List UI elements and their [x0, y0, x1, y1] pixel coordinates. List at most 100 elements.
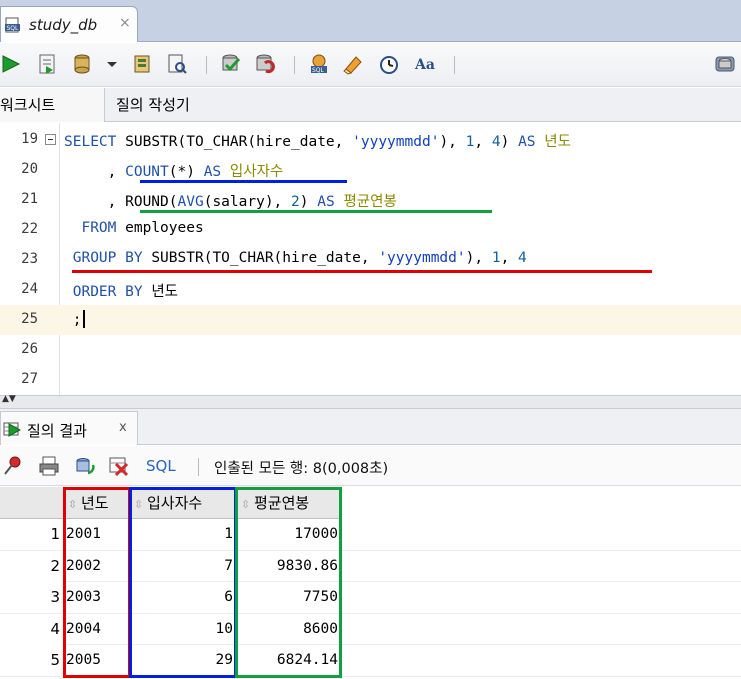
cell-year[interactable]: 2002 [66, 551, 128, 582]
cell-year[interactable]: 2003 [66, 582, 128, 613]
sort-icon[interactable]: ⇳ [134, 489, 144, 521]
code-text: , ROUND(AVG(salary), 2) AS 평균연봉 [64, 194, 397, 210]
col-hire-date: hire_date [256, 134, 335, 150]
cell-avg-salary[interactable]: 17000 [237, 519, 340, 550]
line-number: 24 [21, 281, 38, 297]
cell-avg-salary[interactable]: 7750 [237, 582, 340, 613]
code-line[interactable]: 22 FROM employees [0, 215, 741, 245]
cell-year[interactable]: 2004 [66, 614, 128, 645]
cell-avg-salary[interactable]: 9830.86 [237, 551, 340, 582]
cell-avg-salary[interactable]: 6824.14 [237, 645, 340, 676]
cell-hires[interactable]: 6 [130, 582, 235, 613]
fold-collapse-icon[interactable] [45, 134, 56, 145]
code-line[interactable]: 24 ORDER BY 년도 [0, 275, 741, 305]
pane-splitter[interactable]: ▲▼ [0, 395, 741, 409]
svg-text:SQL: SQL [7, 25, 20, 32]
row-number: 4 [0, 613, 62, 645]
doc-tab-study-db[interactable]: SQL study_db × [0, 6, 138, 42]
count-star: (*) [168, 164, 195, 180]
pin-icon[interactable] [2, 455, 24, 477]
history-clock-icon[interactable] [378, 53, 400, 75]
column-header-avg-salary[interactable]: ⇳ 평균연봉 [237, 487, 342, 519]
run-statement-icon[interactable] [0, 53, 22, 75]
text-caret [83, 310, 86, 328]
column-header-hires[interactable]: ⇳ 입사자수 [130, 487, 237, 519]
fn-substr: SUBSTR [125, 134, 178, 150]
worksheet-subtabs: 워크시트 질의 작성기 [0, 88, 741, 122]
col-hire-date: hire_date [282, 250, 361, 266]
underline-red [72, 270, 652, 273]
clear-eraser-icon[interactable] [342, 53, 364, 75]
cell-avg-salary[interactable]: 8600 [237, 614, 340, 645]
result-tab-bar: 질의 결과 x [0, 409, 741, 445]
kw-order-by: ORDER BY [72, 284, 143, 300]
semicolon: ; [72, 312, 82, 328]
table-row[interactable]: 2 2002 7 9830.86 [0, 550, 741, 582]
line-number: 26 [21, 341, 38, 357]
connection-select-icon[interactable] [714, 53, 736, 75]
sql-editor[interactable]: 19 SELECT SUBSTR(TO_CHAR(hire_date, 'yyy… [0, 123, 741, 395]
cell-hires[interactable]: 10 [130, 614, 235, 645]
cancel-fetch-icon[interactable] [108, 455, 130, 477]
underline-green [140, 210, 492, 213]
num-literal: 4 [518, 250, 527, 266]
table-row[interactable]: 4 2004 10 8600 [0, 613, 741, 645]
num-literal: 2 [291, 194, 300, 210]
alias-year: 년도 [544, 134, 571, 150]
kw-select: SELECT [64, 134, 117, 150]
explain-plan-icon[interactable] [132, 53, 154, 75]
cell-hires[interactable]: 29 [130, 645, 235, 676]
code-line[interactable]: 26 [0, 335, 741, 365]
result-tab-close-icon[interactable]: x [119, 420, 127, 435]
alias-hires: 입사자수 [229, 164, 284, 180]
splitter-arrows-icon[interactable]: ▲▼ [2, 395, 16, 404]
fn-round: ROUND [125, 194, 169, 210]
table-row[interactable]: 1 2001 1 17000 [0, 519, 741, 551]
svg-text:SQL: SQL [312, 67, 325, 74]
line-number: 22 [21, 221, 38, 237]
code-line[interactable]: 27 [0, 365, 741, 395]
code-line-current[interactable]: 25 ; [0, 305, 741, 335]
code-text: SELECT SUBSTR(TO_CHAR(hire_date, 'yyyymm… [64, 134, 571, 150]
cell-hires[interactable]: 7 [130, 551, 235, 582]
commit-icon[interactable] [220, 53, 242, 75]
document-tab-bar: SQL study_db × [0, 0, 741, 42]
svg-text:Aa: Aa [414, 57, 435, 73]
sort-icon[interactable]: ⇳ [241, 489, 251, 521]
refresh-icon[interactable] [74, 455, 96, 477]
sql-tuning-icon[interactable]: SQL [308, 53, 330, 75]
database-icon[interactable] [72, 53, 94, 75]
cell-hires[interactable]: 1 [130, 519, 235, 550]
line-number: 19 [21, 131, 38, 147]
result-tab-title: 질의 결과 [27, 422, 87, 440]
num-literal: 1 [491, 250, 501, 266]
code-line[interactable]: 19 SELECT SUBSTR(TO_CHAR(hire_date, 'yyy… [0, 125, 741, 155]
sort-icon[interactable]: ⇳ [68, 489, 78, 521]
table-row[interactable]: 5 2005 29 6824.14 [0, 645, 741, 677]
str-format: 'yyyymmdd' [352, 134, 440, 150]
fn-avg: AVG [177, 194, 204, 210]
rollback-icon[interactable] [254, 53, 276, 75]
cell-year[interactable]: 2001 [66, 519, 128, 550]
run-script-icon[interactable] [36, 53, 58, 75]
cell-year[interactable]: 2005 [66, 645, 128, 676]
tab-query-builder[interactable]: 질의 작성기 [108, 88, 198, 122]
tab-query-result[interactable]: 질의 결과 x [0, 411, 138, 445]
line-number: 23 [21, 251, 38, 267]
toolbar-separator [454, 56, 455, 74]
print-icon[interactable] [38, 455, 60, 477]
table-row[interactable]: 3 2003 6 7750 [0, 582, 741, 614]
tab-worksheet[interactable]: 워크시트 [0, 88, 105, 122]
result-grid[interactable]: ⇳ 년도 ⇳ 입사자수 ⇳ 평균연봉 1 2001 1 17000 2 2002 7 … [0, 487, 741, 679]
chevron-down-icon[interactable] [104, 53, 120, 75]
format-case-icon[interactable]: Aa [414, 53, 436, 75]
sql-link[interactable]: SQL [146, 457, 176, 475]
code-line[interactable]: 20 , COUNT(*) AS 입사자수 [0, 155, 741, 185]
grid-corner-header [0, 487, 64, 519]
line-number: 21 [21, 191, 38, 207]
table-employees: employees [125, 220, 204, 236]
autotrace-icon[interactable] [166, 53, 188, 75]
doc-tab-close-icon[interactable]: × [119, 15, 131, 31]
alias-avg: 평균연봉 [343, 194, 397, 210]
column-header-year[interactable]: ⇳ 년도 [64, 487, 130, 519]
